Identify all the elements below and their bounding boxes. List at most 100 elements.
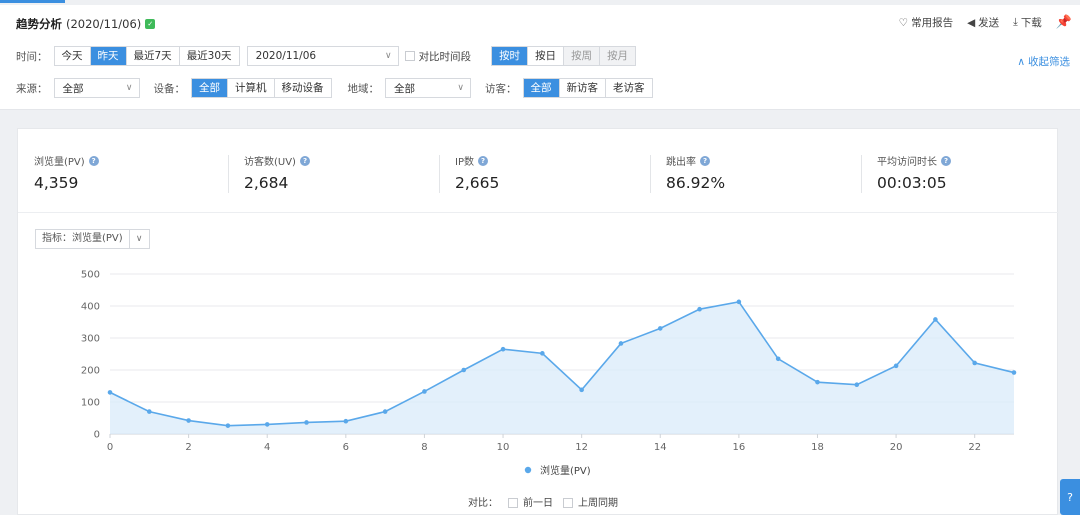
page-title-row: 趋势分析 (2020/11/06) ✓ [16,15,156,33]
date-picker[interactable]: 2020/11/06 ∨ [246,46,399,66]
time-option-today[interactable]: 今天 [55,47,91,65]
x-tick-label: 18 [811,442,824,453]
x-tick-label: 10 [497,442,510,453]
data-point [972,360,977,366]
x-tick-label: 6 [343,442,349,453]
data-point [422,389,427,394]
source-select[interactable]: 全部 ∨ [53,78,140,98]
favorite-report-button[interactable]: ♡ 常用报告 [899,15,953,30]
time-label: 时间： [16,50,48,63]
data-point [107,390,113,395]
data-point [815,379,820,385]
data-point [540,351,545,356]
y-tick-label: 300 [81,334,100,345]
legend-marker [524,466,532,474]
visitor-option-all[interactable]: 全部 [523,79,560,97]
header-actions: ♡ 常用报告 ◀ 发送 ⤓ 下载 📌 [899,15,1072,30]
device-selector: 全部 计算机 移动设备 [191,78,332,98]
download-icon: ⤓ [1013,16,1018,28]
device-option-computer[interactable]: 计算机 [228,79,275,97]
page-date: (2020/11/06) [66,17,142,31]
device-option-all[interactable]: 全部 [192,79,228,97]
granularity-hour[interactable]: 按时 [492,47,529,65]
compare-options: 对比： 前一日 上周同期 [468,494,618,509]
compare-period-checkbox[interactable]: 对比时间段 [404,49,472,64]
chevron-down-icon: ∨ [384,51,392,61]
help-icon: ? [1067,490,1073,504]
compare-label: 对比： [468,498,498,509]
x-tick-label: 22 [968,442,981,453]
data-point [893,363,899,369]
x-tick-label: 2 [185,442,191,453]
pin-icon[interactable]: 📌 [1056,15,1072,30]
visitor-option-new[interactable]: 新访客 [560,79,606,97]
data-point [382,409,388,414]
time-option-7days[interactable]: 最近7天 [127,47,180,65]
data-point [697,306,702,312]
chevron-down-icon: ∨ [457,83,464,93]
time-filter-row: 时间： 今天 昨天 最近7天 最近30天 2020/11/06 ∨ 对比时间段 … [16,46,637,66]
filter-header: 趋势分析 (2020/11/06) ✓ ♡ 常用报告 ◀ 发送 ⤓ 下载 📌 时间： … [0,5,1080,110]
data-point [147,409,152,414]
x-tick-label: 12 [575,442,588,453]
heart-icon: ♡ [898,16,909,29]
page-title: 趋势分析 [16,17,62,31]
data-point [775,356,781,362]
x-tick-label: 4 [264,442,270,453]
granularity-day[interactable]: 按日 [528,47,565,65]
y-tick-label: 200 [81,366,100,377]
compare-prev-day[interactable]: 前一日 [508,494,553,509]
x-tick-label: 8 [421,442,427,453]
x-tick-label: 0 [107,442,113,453]
x-tick-label: 20 [890,442,903,453]
pv-trend-chart: 0 100 200 300 400 500 0 2 4 6 8 10 12 14 16 18 20 22 浏览量(P… [81,270,1017,477]
data-point [933,317,938,322]
visitor-selector: 全部 新访客 老访客 [522,78,653,98]
time-range-selector: 今天 昨天 最近7天 最近30天 [53,46,240,66]
checkbox-box [404,51,415,61]
time-option-30days[interactable]: 最近30天 [180,47,239,65]
granularity-month[interactable]: 按月 [600,47,636,65]
data-point [304,420,309,425]
chevron-down-icon: ∨ [125,83,133,93]
y-tick-label: 0 [94,430,100,441]
download-button[interactable]: ⤓ 下载 [1013,15,1042,30]
data-point [264,422,270,427]
chevron-up-icon: ∧ [1017,55,1025,68]
data-point [736,299,742,305]
device-label: 设备： [153,82,186,95]
checkbox-box [508,498,518,508]
check-badge-icon: ✓ [145,19,156,29]
floating-help-button[interactable]: ? [1060,479,1080,515]
send-icon: ◀ [967,16,976,29]
y-tick-label: 500 [81,270,100,281]
date-value: 2020/11/06 [255,50,317,62]
region-label: 地域： [347,82,380,95]
series-area [110,301,1014,434]
y-tick-label: 400 [81,302,100,313]
source-label: 来源： [16,82,48,95]
compare-period-label: 对比时间段 [418,50,472,63]
send-button[interactable]: ◀ 发送 [967,15,999,30]
data-point [225,423,231,428]
y-tick-label: 100 [81,398,100,409]
data-point [343,418,349,424]
visitor-option-returning[interactable]: 老访客 [606,79,652,97]
device-option-mobile[interactable]: 移动设备 [275,79,331,97]
active-page-indicator [0,0,65,3]
region-select[interactable]: 全部 ∨ [385,78,471,98]
data-point [500,346,506,352]
data-point [461,367,467,373]
time-option-yesterday[interactable]: 昨天 [90,47,127,65]
compare-last-week[interactable]: 上周同期 [563,494,618,509]
collapse-filter-button[interactable]: ∧ 收起筛选 [1017,54,1070,69]
data-point [1011,370,1017,375]
granularity-week[interactable]: 按周 [564,47,601,65]
x-tick-label: 14 [654,442,667,453]
data-point [186,418,191,423]
data-point [579,387,584,393]
data-point [854,382,860,388]
data-point [618,341,624,346]
trend-card: 浏览量(PV)? 4,359 访客数(UV)? 2,684 IP数? 2,665… [17,128,1059,515]
x-tick-label: 16 [733,442,746,453]
